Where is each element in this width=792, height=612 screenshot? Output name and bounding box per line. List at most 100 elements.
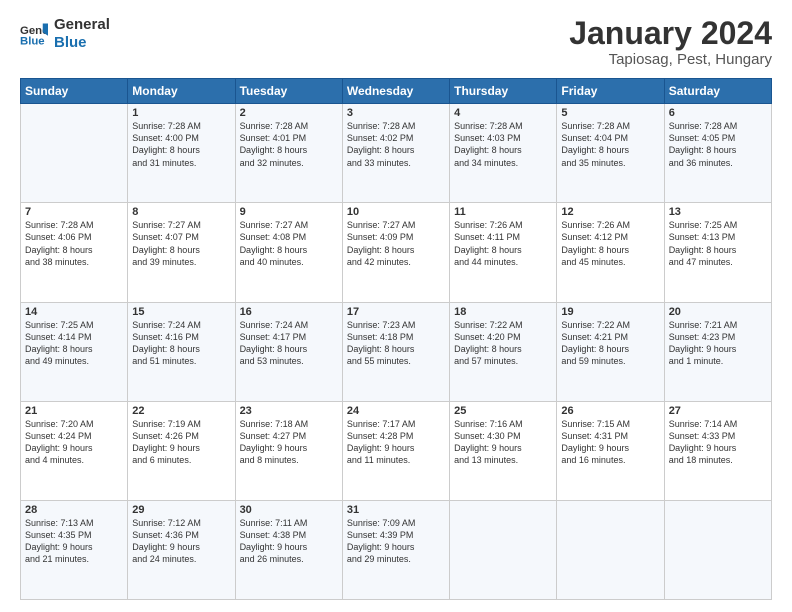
day-info: Sunrise: 7:28 AM Sunset: 4:03 PM Dayligh…	[454, 120, 552, 169]
calendar-week-1: 1Sunrise: 7:28 AM Sunset: 4:00 PM Daylig…	[21, 104, 772, 203]
day-number: 26	[561, 405, 659, 417]
day-number: 29	[132, 504, 230, 516]
day-info: Sunrise: 7:16 AM Sunset: 4:30 PM Dayligh…	[454, 418, 552, 467]
day-info: Sunrise: 7:24 AM Sunset: 4:17 PM Dayligh…	[240, 319, 338, 368]
calendar-cell: 4Sunrise: 7:28 AM Sunset: 4:03 PM Daylig…	[450, 104, 557, 203]
day-number: 30	[240, 504, 338, 516]
logo-blue: Blue	[54, 34, 110, 52]
day-number: 28	[25, 504, 123, 516]
calendar-cell: 31Sunrise: 7:09 AM Sunset: 4:39 PM Dayli…	[342, 500, 449, 599]
calendar-cell: 7Sunrise: 7:28 AM Sunset: 4:06 PM Daylig…	[21, 203, 128, 302]
calendar-cell: 21Sunrise: 7:20 AM Sunset: 4:24 PM Dayli…	[21, 401, 128, 500]
day-number: 18	[454, 306, 552, 318]
calendar-cell: 19Sunrise: 7:22 AM Sunset: 4:21 PM Dayli…	[557, 302, 664, 401]
day-number: 9	[240, 206, 338, 218]
col-header-monday: Monday	[128, 79, 235, 104]
calendar-cell: 14Sunrise: 7:25 AM Sunset: 4:14 PM Dayli…	[21, 302, 128, 401]
calendar-cell: 6Sunrise: 7:28 AM Sunset: 4:05 PM Daylig…	[664, 104, 771, 203]
day-info: Sunrise: 7:26 AM Sunset: 4:11 PM Dayligh…	[454, 219, 552, 268]
calendar-cell: 10Sunrise: 7:27 AM Sunset: 4:09 PM Dayli…	[342, 203, 449, 302]
day-number: 1	[132, 107, 230, 119]
calendar-cell: 28Sunrise: 7:13 AM Sunset: 4:35 PM Dayli…	[21, 500, 128, 599]
day-number: 17	[347, 306, 445, 318]
day-info: Sunrise: 7:22 AM Sunset: 4:20 PM Dayligh…	[454, 319, 552, 368]
calendar-cell: 18Sunrise: 7:22 AM Sunset: 4:20 PM Dayli…	[450, 302, 557, 401]
day-info: Sunrise: 7:28 AM Sunset: 4:05 PM Dayligh…	[669, 120, 767, 169]
calendar-cell: 13Sunrise: 7:25 AM Sunset: 4:13 PM Dayli…	[664, 203, 771, 302]
calendar-cell: 24Sunrise: 7:17 AM Sunset: 4:28 PM Dayli…	[342, 401, 449, 500]
day-info: Sunrise: 7:09 AM Sunset: 4:39 PM Dayligh…	[347, 517, 445, 566]
main-title: January 2024	[569, 16, 772, 51]
calendar-cell: 12Sunrise: 7:26 AM Sunset: 4:12 PM Dayli…	[557, 203, 664, 302]
day-info: Sunrise: 7:21 AM Sunset: 4:23 PM Dayligh…	[669, 319, 767, 368]
day-number: 31	[347, 504, 445, 516]
day-number: 13	[669, 206, 767, 218]
day-info: Sunrise: 7:22 AM Sunset: 4:21 PM Dayligh…	[561, 319, 659, 368]
col-header-sunday: Sunday	[21, 79, 128, 104]
day-number: 8	[132, 206, 230, 218]
calendar-cell: 25Sunrise: 7:16 AM Sunset: 4:30 PM Dayli…	[450, 401, 557, 500]
day-number: 12	[561, 206, 659, 218]
day-number: 14	[25, 306, 123, 318]
day-info: Sunrise: 7:13 AM Sunset: 4:35 PM Dayligh…	[25, 517, 123, 566]
day-number: 25	[454, 405, 552, 417]
calendar-table: SundayMondayTuesdayWednesdayThursdayFrid…	[20, 78, 772, 600]
logo-icon: General Blue	[20, 20, 48, 48]
day-number: 16	[240, 306, 338, 318]
page: General Blue General Blue January 2024 T…	[0, 0, 792, 612]
day-info: Sunrise: 7:28 AM Sunset: 4:01 PM Dayligh…	[240, 120, 338, 169]
day-number: 7	[25, 206, 123, 218]
day-info: Sunrise: 7:27 AM Sunset: 4:09 PM Dayligh…	[347, 219, 445, 268]
calendar-cell: 16Sunrise: 7:24 AM Sunset: 4:17 PM Dayli…	[235, 302, 342, 401]
logo: General Blue General Blue	[20, 16, 110, 52]
calendar-cell: 26Sunrise: 7:15 AM Sunset: 4:31 PM Dayli…	[557, 401, 664, 500]
day-number: 2	[240, 107, 338, 119]
day-info: Sunrise: 7:15 AM Sunset: 4:31 PM Dayligh…	[561, 418, 659, 467]
calendar-cell: 20Sunrise: 7:21 AM Sunset: 4:23 PM Dayli…	[664, 302, 771, 401]
calendar-cell: 2Sunrise: 7:28 AM Sunset: 4:01 PM Daylig…	[235, 104, 342, 203]
day-info: Sunrise: 7:19 AM Sunset: 4:26 PM Dayligh…	[132, 418, 230, 467]
calendar-header-row: SundayMondayTuesdayWednesdayThursdayFrid…	[21, 79, 772, 104]
calendar-cell: 30Sunrise: 7:11 AM Sunset: 4:38 PM Dayli…	[235, 500, 342, 599]
day-number: 5	[561, 107, 659, 119]
logo-general: General	[54, 16, 110, 34]
day-info: Sunrise: 7:17 AM Sunset: 4:28 PM Dayligh…	[347, 418, 445, 467]
calendar-cell: 5Sunrise: 7:28 AM Sunset: 4:04 PM Daylig…	[557, 104, 664, 203]
day-number: 3	[347, 107, 445, 119]
day-info: Sunrise: 7:25 AM Sunset: 4:14 PM Dayligh…	[25, 319, 123, 368]
day-number: 21	[25, 405, 123, 417]
calendar-cell: 17Sunrise: 7:23 AM Sunset: 4:18 PM Dayli…	[342, 302, 449, 401]
calendar-cell: 9Sunrise: 7:27 AM Sunset: 4:08 PM Daylig…	[235, 203, 342, 302]
calendar-week-3: 14Sunrise: 7:25 AM Sunset: 4:14 PM Dayli…	[21, 302, 772, 401]
col-header-tuesday: Tuesday	[235, 79, 342, 104]
calendar-cell: 11Sunrise: 7:26 AM Sunset: 4:11 PM Dayli…	[450, 203, 557, 302]
calendar-cell	[557, 500, 664, 599]
calendar-cell: 3Sunrise: 7:28 AM Sunset: 4:02 PM Daylig…	[342, 104, 449, 203]
calendar-week-5: 28Sunrise: 7:13 AM Sunset: 4:35 PM Dayli…	[21, 500, 772, 599]
day-number: 15	[132, 306, 230, 318]
svg-text:Blue: Blue	[20, 36, 45, 48]
day-info: Sunrise: 7:20 AM Sunset: 4:24 PM Dayligh…	[25, 418, 123, 467]
day-number: 19	[561, 306, 659, 318]
day-info: Sunrise: 7:24 AM Sunset: 4:16 PM Dayligh…	[132, 319, 230, 368]
day-info: Sunrise: 7:25 AM Sunset: 4:13 PM Dayligh…	[669, 219, 767, 268]
col-header-friday: Friday	[557, 79, 664, 104]
title-block: January 2024 Tapiosag, Pest, Hungary	[569, 16, 772, 68]
day-info: Sunrise: 7:27 AM Sunset: 4:08 PM Dayligh…	[240, 219, 338, 268]
day-info: Sunrise: 7:28 AM Sunset: 4:00 PM Dayligh…	[132, 120, 230, 169]
day-number: 10	[347, 206, 445, 218]
day-number: 4	[454, 107, 552, 119]
calendar-week-2: 7Sunrise: 7:28 AM Sunset: 4:06 PM Daylig…	[21, 203, 772, 302]
col-header-saturday: Saturday	[664, 79, 771, 104]
day-info: Sunrise: 7:26 AM Sunset: 4:12 PM Dayligh…	[561, 219, 659, 268]
calendar-week-4: 21Sunrise: 7:20 AM Sunset: 4:24 PM Dayli…	[21, 401, 772, 500]
calendar-cell: 15Sunrise: 7:24 AM Sunset: 4:16 PM Dayli…	[128, 302, 235, 401]
day-number: 11	[454, 206, 552, 218]
day-number: 23	[240, 405, 338, 417]
day-number: 20	[669, 306, 767, 318]
day-number: 27	[669, 405, 767, 417]
day-info: Sunrise: 7:23 AM Sunset: 4:18 PM Dayligh…	[347, 319, 445, 368]
header: General Blue General Blue January 2024 T…	[20, 16, 772, 68]
day-info: Sunrise: 7:12 AM Sunset: 4:36 PM Dayligh…	[132, 517, 230, 566]
day-info: Sunrise: 7:28 AM Sunset: 4:04 PM Dayligh…	[561, 120, 659, 169]
